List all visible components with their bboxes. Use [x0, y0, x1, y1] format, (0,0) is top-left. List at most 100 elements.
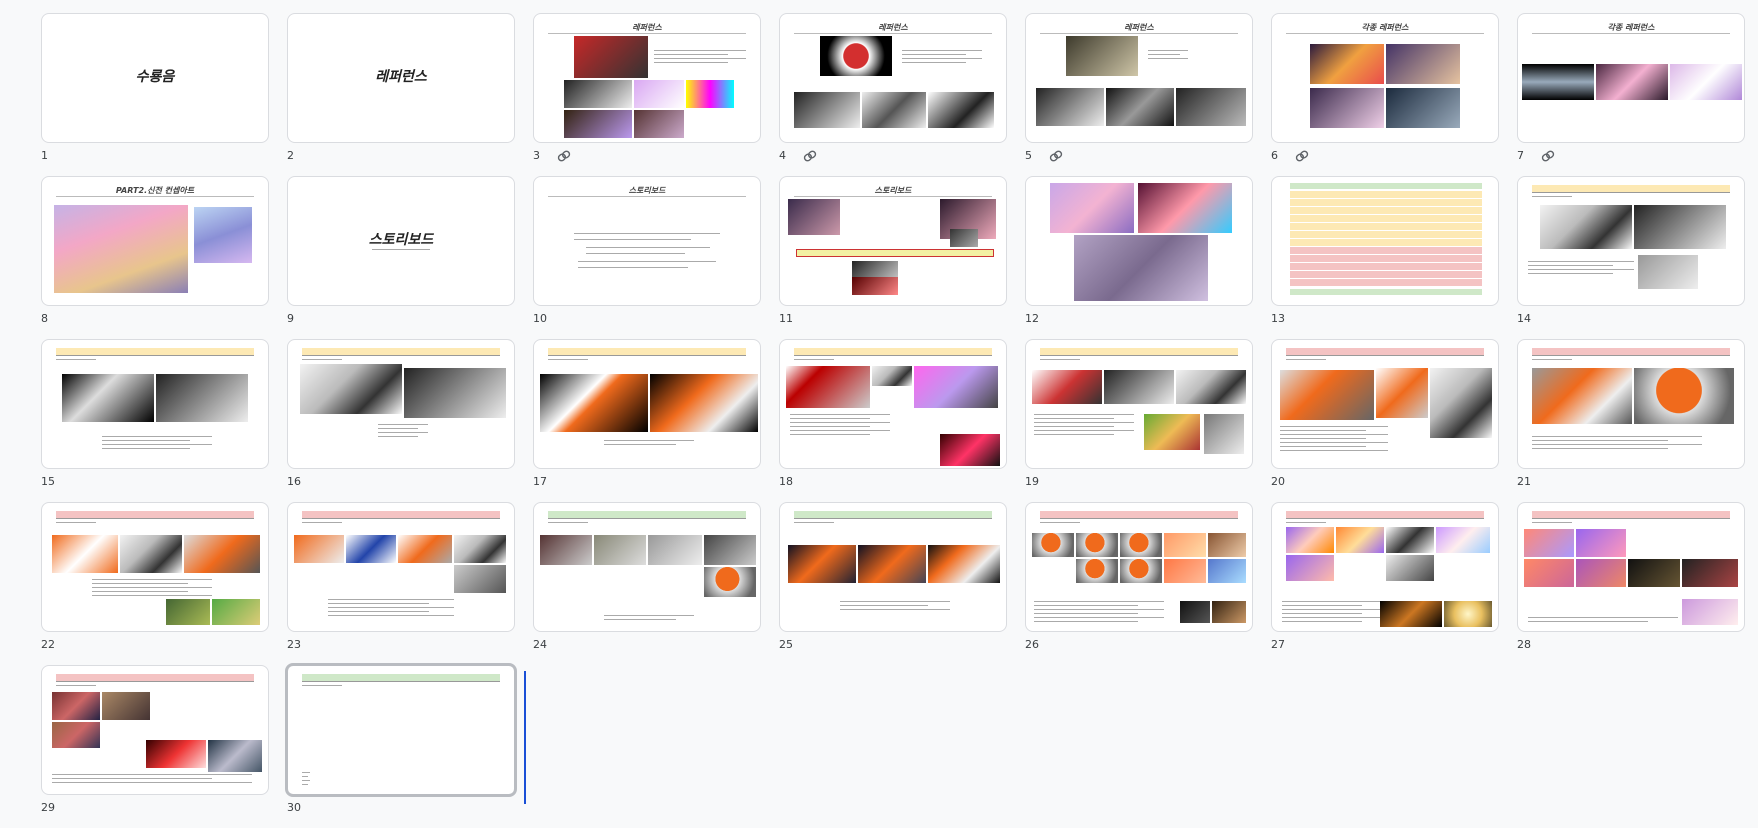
slide-thumbnail-11[interactable]: 스토리보드 11: [779, 176, 1007, 339]
insertion-indicator: [524, 671, 526, 804]
text-line: [1034, 617, 1164, 618]
slide-thumbnail-23[interactable]: 23: [287, 502, 515, 665]
slide-image: [156, 374, 248, 422]
slide-thumbnail-27[interactable]: 27: [1271, 502, 1499, 665]
slide-thumbnail-9[interactable]: 스토리보드 9: [287, 176, 515, 339]
slide-image: [1138, 183, 1232, 233]
slide-thumbnail-2[interactable]: 레퍼런스 2: [287, 13, 515, 176]
slide-thumbnail-30[interactable]: 30: [285, 663, 517, 828]
slide-canvas[interactable]: [779, 502, 1007, 632]
slide-canvas[interactable]: [533, 502, 761, 632]
link-icon[interactable]: [803, 150, 817, 162]
slide-canvas[interactable]: [41, 502, 269, 632]
text-line: [56, 522, 96, 523]
slide-thumbnail-18[interactable]: 18: [779, 339, 1007, 502]
slide-image: [788, 199, 840, 235]
link-icon[interactable]: [1295, 150, 1309, 162]
slide-thumbnail-8[interactable]: PART2.신전 컨셉아트 8: [41, 176, 269, 339]
slide-canvas[interactable]: [285, 663, 517, 797]
reference-image: [1310, 44, 1384, 84]
slide-canvas[interactable]: [1271, 176, 1499, 306]
text-line: [1040, 522, 1080, 523]
text-line: [328, 615, 454, 616]
slide-thumbnail-13[interactable]: 13: [1271, 176, 1499, 339]
slide-thumbnail-22[interactable]: 22: [41, 502, 269, 665]
slide-canvas[interactable]: [41, 665, 269, 795]
slide-canvas[interactable]: [1271, 502, 1499, 632]
text-line: [578, 267, 689, 268]
slide-canvas[interactable]: [533, 339, 761, 469]
link-icon[interactable]: [1541, 150, 1555, 162]
slide-canvas[interactable]: 수룡음: [41, 13, 269, 143]
slide-canvas[interactable]: [287, 502, 515, 632]
slide-thumbnail-6[interactable]: 각종 레퍼런스 6: [1271, 13, 1499, 176]
slide-canvas[interactable]: [1025, 502, 1253, 632]
slide-thumbnail-1[interactable]: 수룡음 1: [41, 13, 269, 176]
slide-image: [564, 110, 632, 138]
slide-thumbnail-21[interactable]: 21: [1517, 339, 1745, 502]
text-line: [1034, 430, 1134, 431]
slide-image: [1032, 533, 1074, 557]
slide-thumbnail-25[interactable]: 25: [779, 502, 1007, 665]
table-row: [1290, 289, 1482, 295]
text-line: [1034, 609, 1164, 610]
slide-image: [1074, 235, 1208, 301]
slide-canvas[interactable]: 스토리보드: [533, 176, 761, 306]
slide-canvas[interactable]: 스토리보드: [287, 176, 515, 306]
slide-canvas[interactable]: [1517, 502, 1745, 632]
text-line: [1034, 621, 1138, 622]
text-line: [92, 595, 212, 596]
slide-canvas[interactable]: 각종 레퍼런스: [1517, 13, 1745, 143]
slide-image: [1386, 44, 1460, 84]
slide-canvas[interactable]: [779, 339, 1007, 469]
slide-image: [1380, 601, 1442, 627]
slide-canvas[interactable]: 레퍼런스: [1025, 13, 1253, 143]
slide-thumbnail-5[interactable]: 레퍼런스 5: [1025, 13, 1253, 176]
slide-thumbnail-24[interactable]: 24: [533, 502, 761, 665]
slide-thumbnail-16[interactable]: 16: [287, 339, 515, 502]
slide-canvas[interactable]: 레퍼런스: [533, 13, 761, 143]
slide-canvas[interactable]: 레퍼런스: [287, 13, 515, 143]
text-line: [840, 609, 950, 610]
text-line: [790, 422, 890, 423]
slide-thumbnail-29[interactable]: 29: [41, 665, 269, 828]
slide-image: [1430, 368, 1492, 438]
slide-title: 수룡음: [135, 69, 175, 85]
slide-thumbnail-3[interactable]: 레퍼런스 3: [533, 13, 761, 176]
slide-canvas[interactable]: [41, 339, 269, 469]
text-line: [92, 587, 212, 588]
slide-image: [212, 599, 260, 625]
link-icon[interactable]: [557, 150, 571, 162]
slide-thumbnail-10[interactable]: 스토리보드 10: [533, 176, 761, 339]
slide-canvas[interactable]: [1025, 339, 1253, 469]
slide-thumbnail-4[interactable]: 레퍼런스 4: [779, 13, 1007, 176]
slide-thumbnail-14[interactable]: 14: [1517, 176, 1745, 339]
slide-image: [1176, 370, 1246, 404]
link-icon[interactable]: [1049, 150, 1063, 162]
slide-thumbnail-19[interactable]: 19: [1025, 339, 1253, 502]
slide-canvas[interactable]: PART2.신전 컨셉아트: [41, 176, 269, 306]
slide-canvas[interactable]: 스토리보드: [779, 176, 1007, 306]
slide-canvas[interactable]: [1025, 176, 1253, 306]
slide-thumbnail-15[interactable]: 15: [41, 339, 269, 502]
slide-canvas[interactable]: 레퍼런스: [779, 13, 1007, 143]
storyboard-header-bar: [302, 674, 500, 682]
slide-canvas[interactable]: [1271, 339, 1499, 469]
slide-canvas[interactable]: [1517, 339, 1745, 469]
slide-number: 18: [779, 475, 793, 488]
slide-thumbnail-26[interactable]: 26: [1025, 502, 1253, 665]
slide-canvas[interactable]: [287, 339, 515, 469]
slide-canvas[interactable]: [1517, 176, 1745, 306]
slide-canvas[interactable]: 각종 레퍼런스: [1271, 13, 1499, 143]
slide-thumbnail-20[interactable]: 20: [1271, 339, 1499, 502]
slide-image: [184, 535, 260, 573]
text-line: [52, 778, 212, 779]
text-line: [102, 444, 212, 445]
slide-thumbnail-28[interactable]: 28: [1517, 502, 1745, 665]
slide-thumbnail-17[interactable]: 17: [533, 339, 761, 502]
text-line: [1528, 265, 1613, 266]
slide-thumbnail-12[interactable]: 12: [1025, 176, 1253, 339]
slide-thumbnail-7[interactable]: 각종 레퍼런스 7: [1517, 13, 1745, 176]
slide-image: [1532, 368, 1632, 424]
text-line: [328, 599, 454, 600]
